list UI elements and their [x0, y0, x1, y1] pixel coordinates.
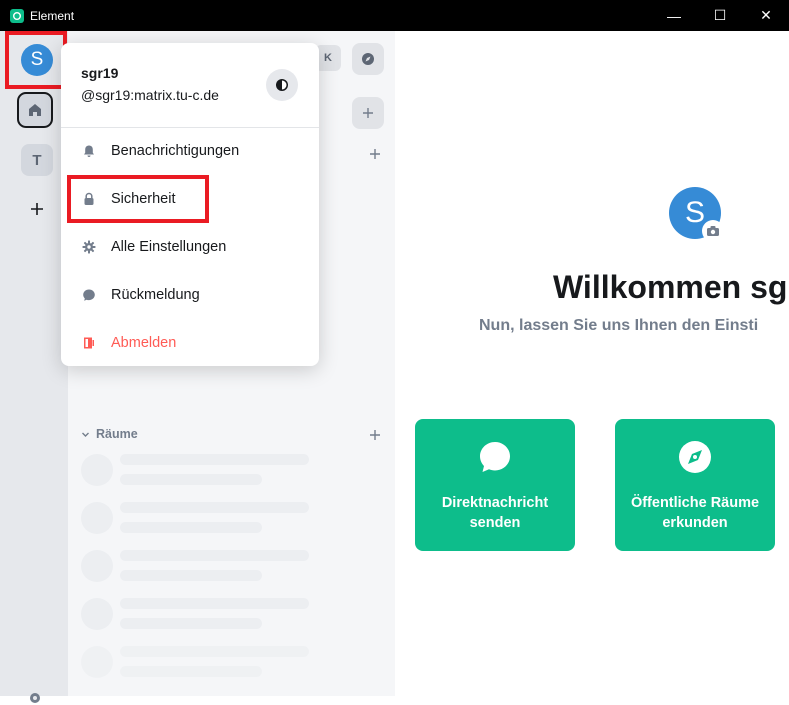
- plus-icon: [31, 203, 43, 215]
- menu-item-sign-out[interactable]: Abmelden: [81, 331, 176, 355]
- menu-item-security[interactable]: Sicherheit: [81, 187, 175, 211]
- home-page: S Willkommen sg Nun, lassen Sie uns Ihne…: [395, 31, 789, 696]
- chevron-down-icon: [82, 432, 89, 437]
- welcome-heading: Willkommen sg: [553, 269, 788, 305]
- theme-contrast-icon: [276, 79, 288, 91]
- home-icon: [29, 104, 41, 116]
- menu-item-label: Abmelden: [111, 335, 177, 351]
- menu-item-label: Benachrichtigungen: [111, 143, 240, 159]
- menu-item-notifications[interactable]: Benachrichtigungen: [81, 139, 239, 163]
- compass-icon: [362, 53, 374, 65]
- menu-item-label: Rückmeldung: [111, 287, 200, 303]
- explore-public-rooms-label: Öffentliche Räume erkunden: [630, 495, 760, 531]
- rooms-section-header[interactable]: Räume: [81, 427, 138, 441]
- space-initial: T: [32, 151, 42, 169]
- gear-icon: [81, 239, 97, 255]
- minimize-button[interactable]: —: [651, 0, 697, 31]
- menu-divider: [61, 127, 319, 128]
- user-display-name: sgr19: [81, 65, 119, 81]
- welcome-subheading: Nun, lassen Sie uns Ihnen den Einsti: [479, 317, 759, 334]
- maximize-button[interactable]: ☐: [697, 0, 743, 31]
- space-panel: S T: [0, 31, 68, 703]
- menu-item-all-settings[interactable]: Alle Einstellungen: [81, 235, 226, 259]
- menu-item-label: Alle Einstellungen: [111, 239, 227, 255]
- sign-out-icon: [81, 335, 97, 351]
- plus-icon: [370, 430, 380, 440]
- start-dm-card[interactable]: Direktnachricht senden: [415, 419, 575, 551]
- chat-bubble-icon: [480, 442, 510, 472]
- close-button[interactable]: ✕: [743, 0, 789, 31]
- user-avatar-button[interactable]: S: [21, 44, 53, 76]
- menu-item-label: Sicherheit: [111, 191, 176, 207]
- home-space-button[interactable]: [17, 92, 53, 128]
- start-dm-label: Direktnachricht senden: [441, 495, 549, 531]
- add-room-button-top[interactable]: [352, 97, 384, 129]
- plus-icon: [370, 149, 380, 159]
- theme-toggle-button[interactable]: [266, 69, 298, 101]
- chat-bubble-icon: [81, 287, 97, 303]
- space-button-t[interactable]: T: [21, 144, 53, 176]
- create-space-button[interactable]: [27, 199, 47, 219]
- add-room-button[interactable]: [367, 427, 383, 443]
- window-title: Element: [30, 8, 75, 23]
- user-avatar-initial: S: [30, 49, 44, 70]
- quick-settings-gear-icon[interactable]: [28, 691, 42, 705]
- plus-icon: [363, 108, 373, 118]
- user-matrix-id: @sgr19:matrix.tu-c.de: [81, 87, 219, 103]
- add-people-button[interactable]: [367, 146, 383, 162]
- element-logo-icon: [10, 8, 24, 23]
- menu-item-feedback[interactable]: Rückmeldung: [81, 283, 200, 307]
- profile-avatar-initial: S: [684, 196, 705, 229]
- bell-icon: [81, 143, 97, 159]
- shortcut-key-label: K: [324, 52, 332, 64]
- explore-public-rooms-card[interactable]: Öffentliche Räume erkunden: [615, 419, 775, 551]
- lock-icon: [81, 191, 97, 207]
- rooms-section-label: Räume: [96, 427, 138, 441]
- explore-rooms-button[interactable]: [352, 43, 384, 75]
- compass-icon: [679, 441, 711, 473]
- camera-icon[interactable]: [702, 220, 724, 242]
- user-menu: sgr19 @sgr19:matrix.tu-c.de Benachrichti…: [61, 43, 319, 366]
- window-titlebar: Element — ☐ ✕: [0, 0, 789, 31]
